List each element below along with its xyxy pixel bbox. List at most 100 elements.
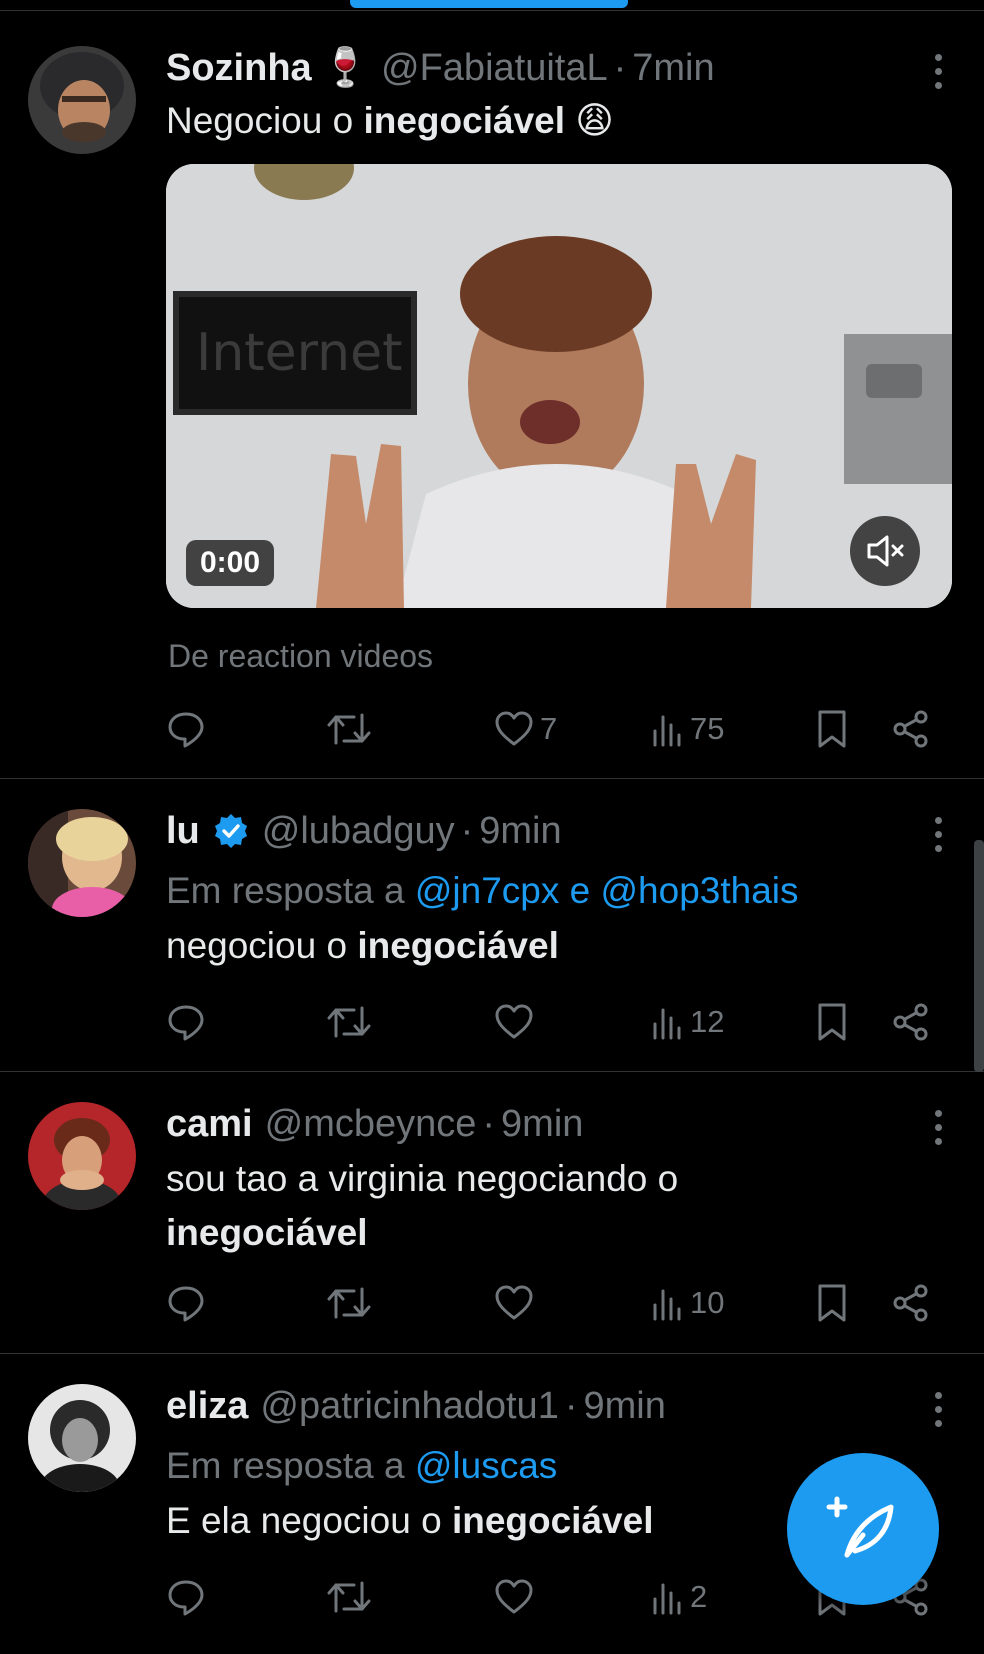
retweet-button[interactable] bbox=[326, 1574, 378, 1620]
display-name[interactable]: eliza bbox=[166, 1384, 248, 1428]
compose-icon bbox=[826, 1496, 894, 1558]
like-button[interactable] bbox=[494, 999, 540, 1045]
tweet-header: cami @mcbeynce · 9min bbox=[166, 1102, 583, 1146]
separator-dot: · bbox=[482, 1103, 496, 1145]
reply-button[interactable] bbox=[166, 706, 212, 752]
mention-link[interactable]: @jn7cpx bbox=[415, 870, 560, 911]
retweet-button[interactable] bbox=[326, 999, 378, 1045]
like-button[interactable] bbox=[494, 1574, 540, 1620]
reply-button[interactable] bbox=[166, 1280, 212, 1326]
retweet-icon bbox=[327, 1006, 371, 1038]
heart-icon bbox=[495, 1579, 533, 1614]
reply-button[interactable] bbox=[166, 999, 212, 1045]
separator-dot: · bbox=[564, 1385, 578, 1427]
mention-link[interactable]: @luscas bbox=[415, 1445, 557, 1486]
reply-icon bbox=[168, 1580, 204, 1616]
avatar[interactable] bbox=[28, 1384, 136, 1492]
tweet-text-bold: inegociável bbox=[451, 1500, 654, 1541]
display-name[interactable]: lu bbox=[166, 809, 200, 853]
retweet-icon bbox=[327, 1287, 371, 1319]
view-count: 75 bbox=[690, 711, 725, 746]
views-button[interactable]: 12 bbox=[652, 999, 724, 1045]
retweet-button[interactable] bbox=[326, 1280, 378, 1326]
top-divider bbox=[0, 10, 984, 11]
svg-text:Internet: Internet bbox=[196, 323, 402, 383]
tweet[interactable]: lu @lubadguy · 9min Em resposta a @jn7cp… bbox=[0, 779, 984, 1072]
bookmark-icon bbox=[818, 1003, 846, 1041]
like-button[interactable]: 7 bbox=[494, 706, 557, 752]
user-handle[interactable]: @patricinhadotu1 bbox=[260, 1384, 558, 1428]
view-count: 10 bbox=[690, 1285, 725, 1320]
bookmark-button[interactable] bbox=[816, 1280, 848, 1326]
tweet-header: lu @lubadguy · 9min bbox=[166, 809, 562, 853]
timestamp[interactable]: 9min bbox=[583, 1384, 665, 1428]
bookmark-icon bbox=[818, 1284, 846, 1322]
heart-icon bbox=[495, 1285, 533, 1320]
views-button[interactable]: 10 bbox=[652, 1280, 724, 1326]
display-name[interactable]: cami bbox=[166, 1102, 253, 1146]
user-handle[interactable]: @mcbeynce bbox=[265, 1102, 477, 1146]
tweet-text-part: Negociou o bbox=[166, 100, 364, 141]
video-timecode: 0:00 bbox=[186, 540, 275, 586]
compose-button[interactable] bbox=[787, 1453, 939, 1605]
timeline-feed[interactable]: Sozinha 🍷 @FabiatuitaL · 7min Negociou o… bbox=[0, 12, 984, 1654]
mention-link[interactable]: @hop3thais bbox=[601, 870, 799, 911]
tweet-text-part: E ela negociou o bbox=[166, 1500, 452, 1541]
tweet-actions: 7 75 bbox=[166, 706, 946, 752]
like-count: 7 bbox=[540, 711, 558, 746]
scrollbar[interactable] bbox=[974, 840, 984, 1072]
retweet-icon bbox=[327, 713, 371, 745]
timestamp[interactable]: 9min bbox=[501, 1102, 583, 1146]
reply-context: Em resposta a @luscas bbox=[166, 1444, 557, 1488]
tweet-text-part: sou tao a virginia negociando o bbox=[166, 1158, 679, 1199]
avatar[interactable] bbox=[28, 46, 136, 154]
tweet-text-bold: inegociável bbox=[363, 100, 565, 141]
reply-button[interactable] bbox=[166, 1574, 212, 1620]
reply-context: Em resposta a @jn7cpx e @hop3thais bbox=[166, 869, 799, 913]
views-icon bbox=[653, 715, 681, 747]
verified-badge-icon bbox=[214, 814, 247, 848]
video-frame: Internet bbox=[166, 164, 952, 608]
tweet[interactable]: Sozinha 🍷 @FabiatuitaL · 7min Negociou o… bbox=[0, 12, 984, 779]
mute-button[interactable] bbox=[850, 516, 920, 586]
reply-icon bbox=[168, 712, 204, 748]
timestamp[interactable]: 9min bbox=[479, 809, 561, 853]
avatar[interactable] bbox=[28, 1102, 136, 1210]
share-button[interactable] bbox=[892, 999, 930, 1045]
bookmark-button[interactable] bbox=[816, 706, 848, 752]
like-button[interactable] bbox=[494, 1280, 540, 1326]
avatar[interactable] bbox=[28, 809, 136, 917]
separator-dot: · bbox=[460, 810, 474, 852]
reply-joiner: e bbox=[559, 870, 601, 911]
more-icon[interactable] bbox=[932, 1392, 944, 1427]
share-icon bbox=[893, 710, 928, 748]
retweet-button[interactable] bbox=[326, 706, 378, 752]
retweet-icon bbox=[327, 1581, 371, 1613]
heart-icon bbox=[495, 1004, 533, 1039]
reply-icon bbox=[168, 1005, 204, 1041]
source-label[interactable]: De reaction videos bbox=[168, 638, 433, 675]
separator-dot: · bbox=[613, 47, 627, 89]
share-button[interactable] bbox=[892, 706, 930, 752]
views-button[interactable]: 75 bbox=[652, 706, 724, 752]
user-handle[interactable]: @lubadguy bbox=[262, 809, 455, 853]
bookmark-button[interactable] bbox=[816, 999, 848, 1045]
tweet-actions: 12 bbox=[166, 999, 946, 1045]
tweet-text-bold: inegociável bbox=[357, 925, 559, 966]
tab-indicator bbox=[350, 0, 628, 8]
view-count: 12 bbox=[690, 1004, 725, 1039]
display-name[interactable]: Sozinha bbox=[166, 46, 312, 90]
views-button[interactable]: 2 bbox=[652, 1574, 707, 1620]
more-icon[interactable] bbox=[932, 54, 944, 89]
timestamp[interactable]: 7min bbox=[632, 46, 714, 90]
video-player[interactable]: Internet 0:00 bbox=[166, 164, 952, 608]
more-icon[interactable] bbox=[932, 1110, 944, 1145]
tweet-text: E ela negociou o inegociável bbox=[166, 1494, 653, 1548]
user-handle[interactable]: @FabiatuitaL bbox=[381, 46, 608, 90]
share-button[interactable] bbox=[892, 1280, 930, 1326]
views-icon bbox=[653, 1008, 681, 1040]
speaker-muted-icon bbox=[867, 535, 904, 567]
reply-icon bbox=[168, 1286, 204, 1322]
tweet[interactable]: cami @mcbeynce · 9min sou tao a virginia… bbox=[0, 1072, 984, 1354]
more-icon[interactable] bbox=[932, 817, 944, 852]
